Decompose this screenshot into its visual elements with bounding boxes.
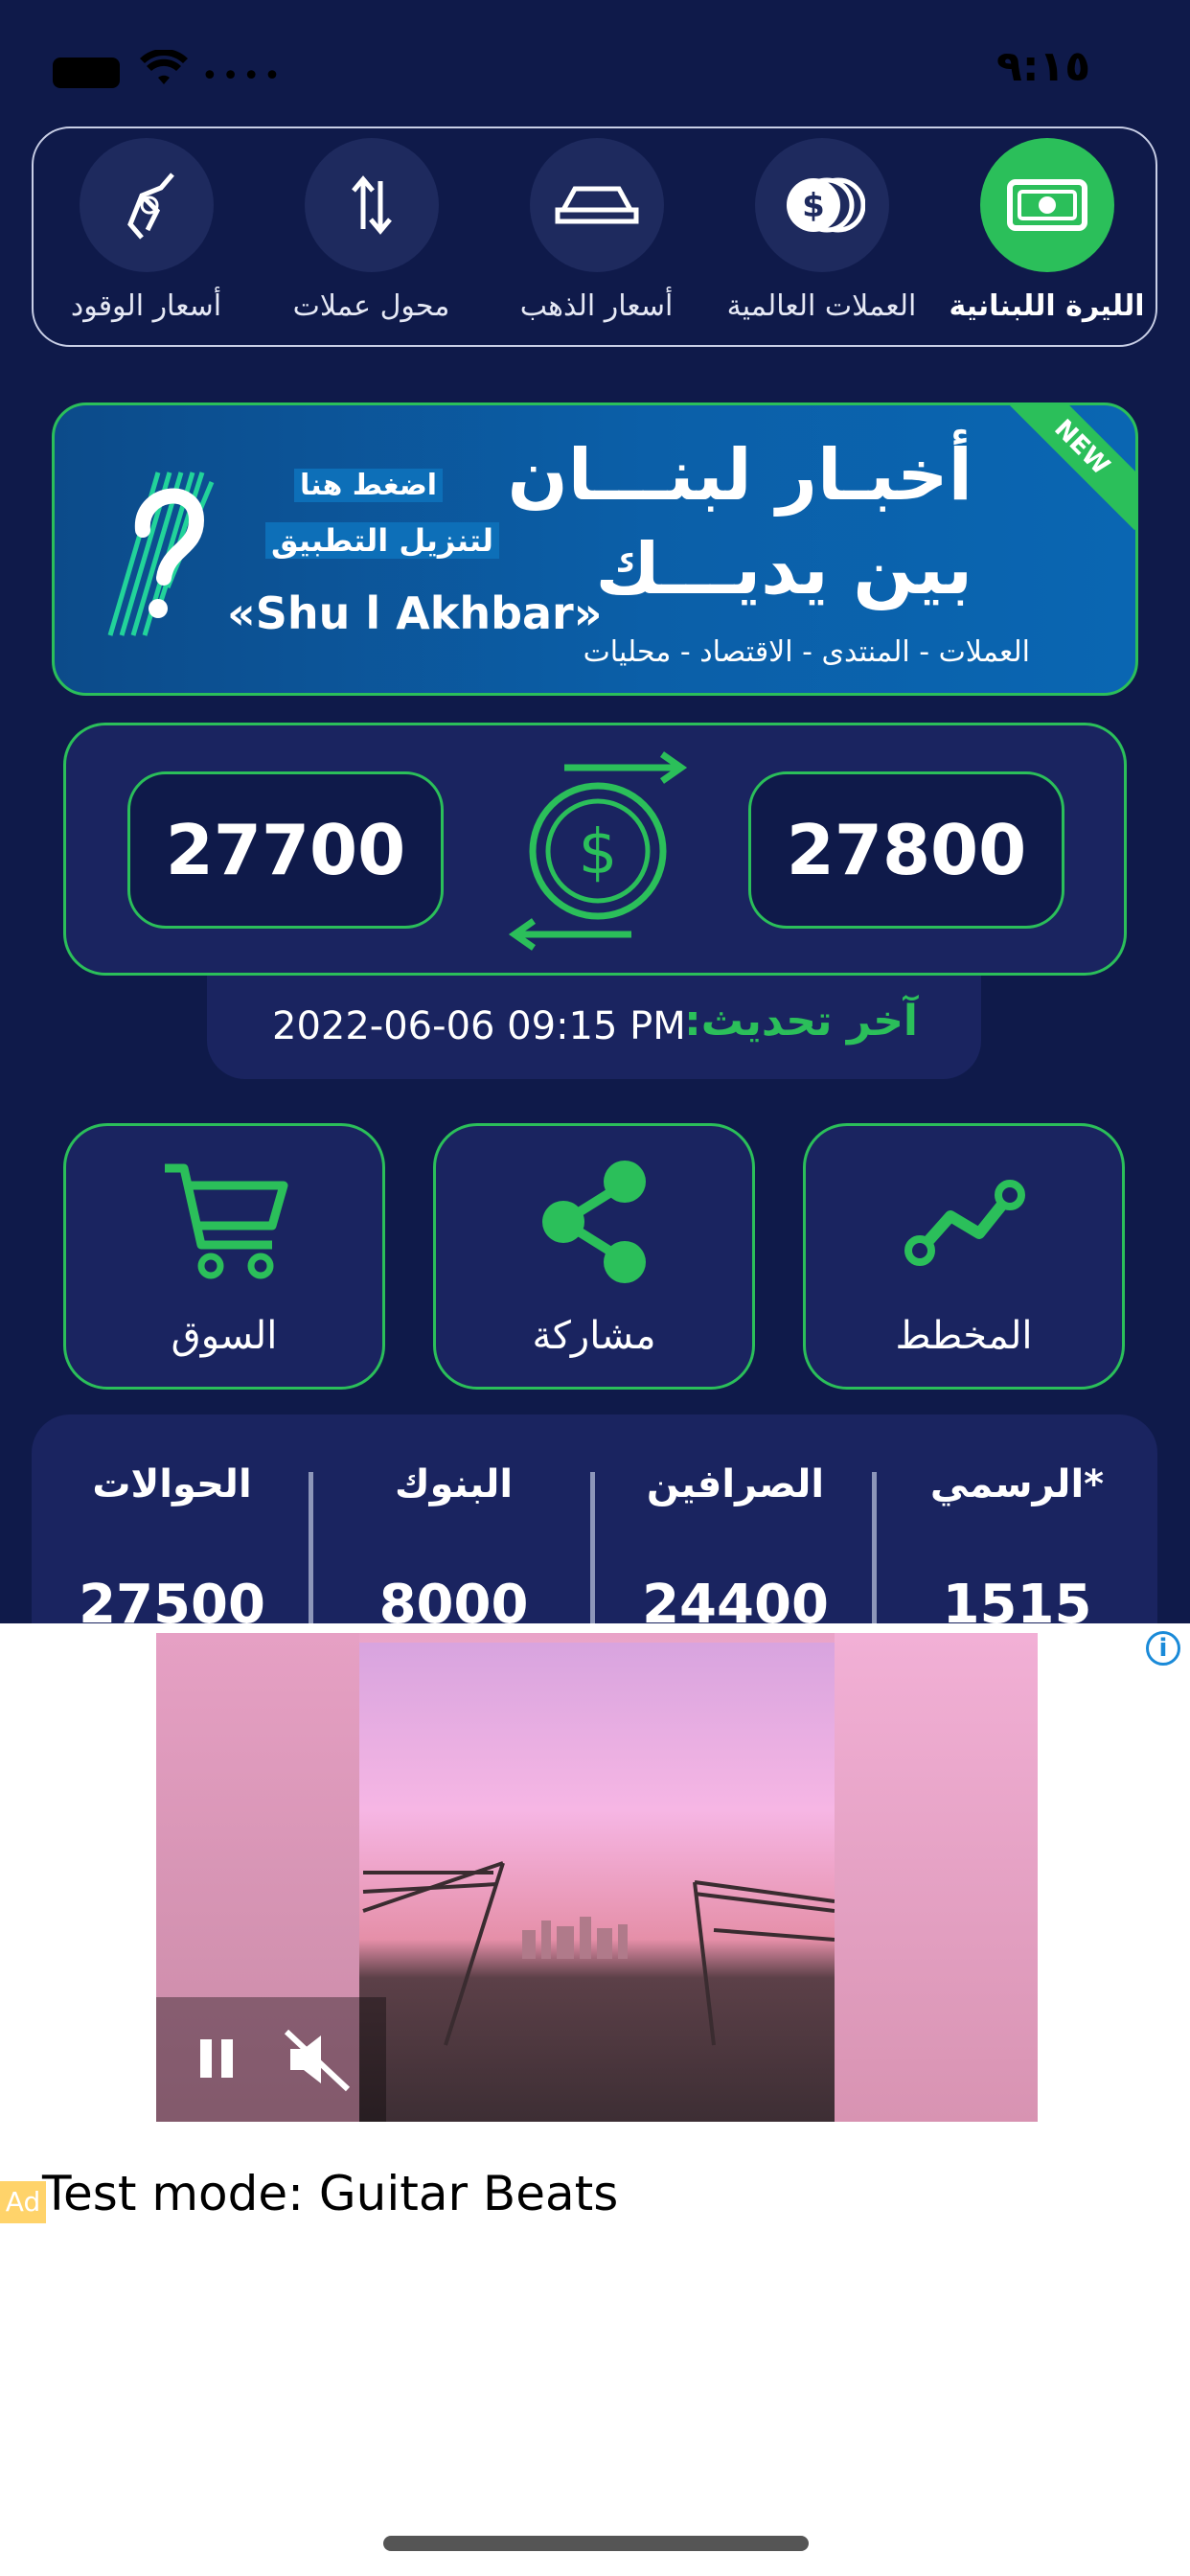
svg-text:$: $ <box>579 817 618 888</box>
tab-gold-prices[interactable]: أسعار الذهب <box>484 128 709 349</box>
action-label: مشاركة <box>532 1314 656 1358</box>
battery-icon <box>53 58 120 88</box>
banner-app-name: «Shu l Akhbar» <box>227 587 603 639</box>
banner-headline: بين يديـــك <box>595 528 973 610</box>
top-nav: الليرة اللبنانية $ العملات العالمية أسعا… <box>32 126 1157 347</box>
share-icon <box>542 1161 646 1283</box>
action-label: المخطط <box>895 1314 1033 1358</box>
table-column: *الرسمي 1515 <box>877 1414 1157 1623</box>
gold-bar-icon <box>529 138 664 272</box>
coins-icon: $ <box>754 138 889 272</box>
tab-world-currencies[interactable]: $ العملات العالمية <box>709 128 934 349</box>
table-column: الصرافين 24400 <box>595 1414 876 1623</box>
last-update-label: آخر تحديث: <box>684 997 918 1046</box>
banknote-icon <box>979 138 1114 272</box>
banner-subtitle: العملات - المنتدى - الاقتصاد - محليات <box>583 635 1030 669</box>
ad-video[interactable] <box>156 1633 1038 2122</box>
column-value: 8000 <box>378 1574 529 1623</box>
tab-lebanese-lira[interactable]: الليرة اللبنانية <box>934 128 1159 349</box>
tab-label: الليرة اللبنانية <box>949 289 1145 323</box>
column-header: الصرافين <box>646 1462 825 1506</box>
cart-icon <box>165 1163 288 1279</box>
chart-button[interactable]: المخطط <box>803 1123 1125 1390</box>
ad-video-frame <box>359 1643 835 2122</box>
tab-label: العملات العالمية <box>726 289 917 323</box>
swap-arrows-icon <box>304 138 439 272</box>
currency-exchange-icon: $ <box>497 750 698 955</box>
chart-line-icon <box>904 1180 1025 1266</box>
column-value: 24400 <box>642 1574 829 1623</box>
tab-label: أسعار الوقود <box>70 289 222 323</box>
table-column: الحوالات 27500 <box>32 1414 312 1623</box>
mute-icon <box>284 2029 351 2092</box>
pause-icon <box>200 2039 233 2078</box>
wifi-icon <box>139 48 189 99</box>
fuel-nozzle-icon <box>79 138 214 272</box>
svg-text:$: $ <box>802 187 825 225</box>
promo-banner[interactable]: NEW أخبـار لبنـــان بين يديـــك العملات … <box>52 402 1138 696</box>
tab-label: محول عملات <box>292 289 450 323</box>
ad-badge: Ad <box>0 2181 46 2223</box>
ad-container: i Ad Test mode: Guitar Beats <box>0 1623 1190 2576</box>
tab-currency-converter[interactable]: محول عملات <box>259 128 484 349</box>
action-label: السوق <box>171 1314 278 1358</box>
last-update-value: 2022-06-06 09:15 PM <box>272 1004 686 1048</box>
banner-tap-here: اضغط هنا <box>294 469 444 502</box>
ad-info-icon[interactable]: i <box>1146 1631 1180 1666</box>
status-time: ٩:١٥ <box>996 42 1091 91</box>
column-header: *الرسمي <box>929 1462 1105 1506</box>
column-value: 27500 <box>79 1574 265 1623</box>
column-header: الحوالات <box>92 1462 252 1506</box>
tab-fuel-prices[interactable]: أسعار الوقود <box>34 128 259 349</box>
market-button[interactable]: السوق <box>63 1123 385 1390</box>
question-mark-logo-icon <box>101 444 216 658</box>
ad-title[interactable]: Test mode: Guitar Beats <box>42 2166 618 2221</box>
buy-rate: 27700 <box>127 771 444 929</box>
new-ribbon: NEW <box>998 405 1135 531</box>
exchange-rate-panel: 27800 $ 27700 <box>63 723 1127 976</box>
signal-icon: •••• <box>201 59 285 93</box>
rates-table: *الرسمي 1515 الصرافين 24400 البنوك 8000 … <box>32 1414 1157 1623</box>
column-value: 1515 <box>942 1574 1092 1623</box>
home-indicator[interactable] <box>383 2536 809 2551</box>
table-column: البنوك 8000 <box>313 1414 594 1623</box>
share-button[interactable]: مشاركة <box>433 1123 755 1390</box>
tab-label: أسعار الذهب <box>519 289 674 323</box>
ad-video-blur <box>835 1633 1038 2122</box>
ad-video-controls <box>156 1997 386 2122</box>
banner-download-app: لتنزيل التطبيق <box>265 522 499 559</box>
column-header: البنوك <box>394 1462 514 1506</box>
last-update-bar: آخر تحديث: 2022-06-06 09:15 PM <box>207 976 981 1079</box>
sell-rate: 27800 <box>748 771 1064 929</box>
banner-headline: أخبـار لبنـــان <box>507 434 973 517</box>
